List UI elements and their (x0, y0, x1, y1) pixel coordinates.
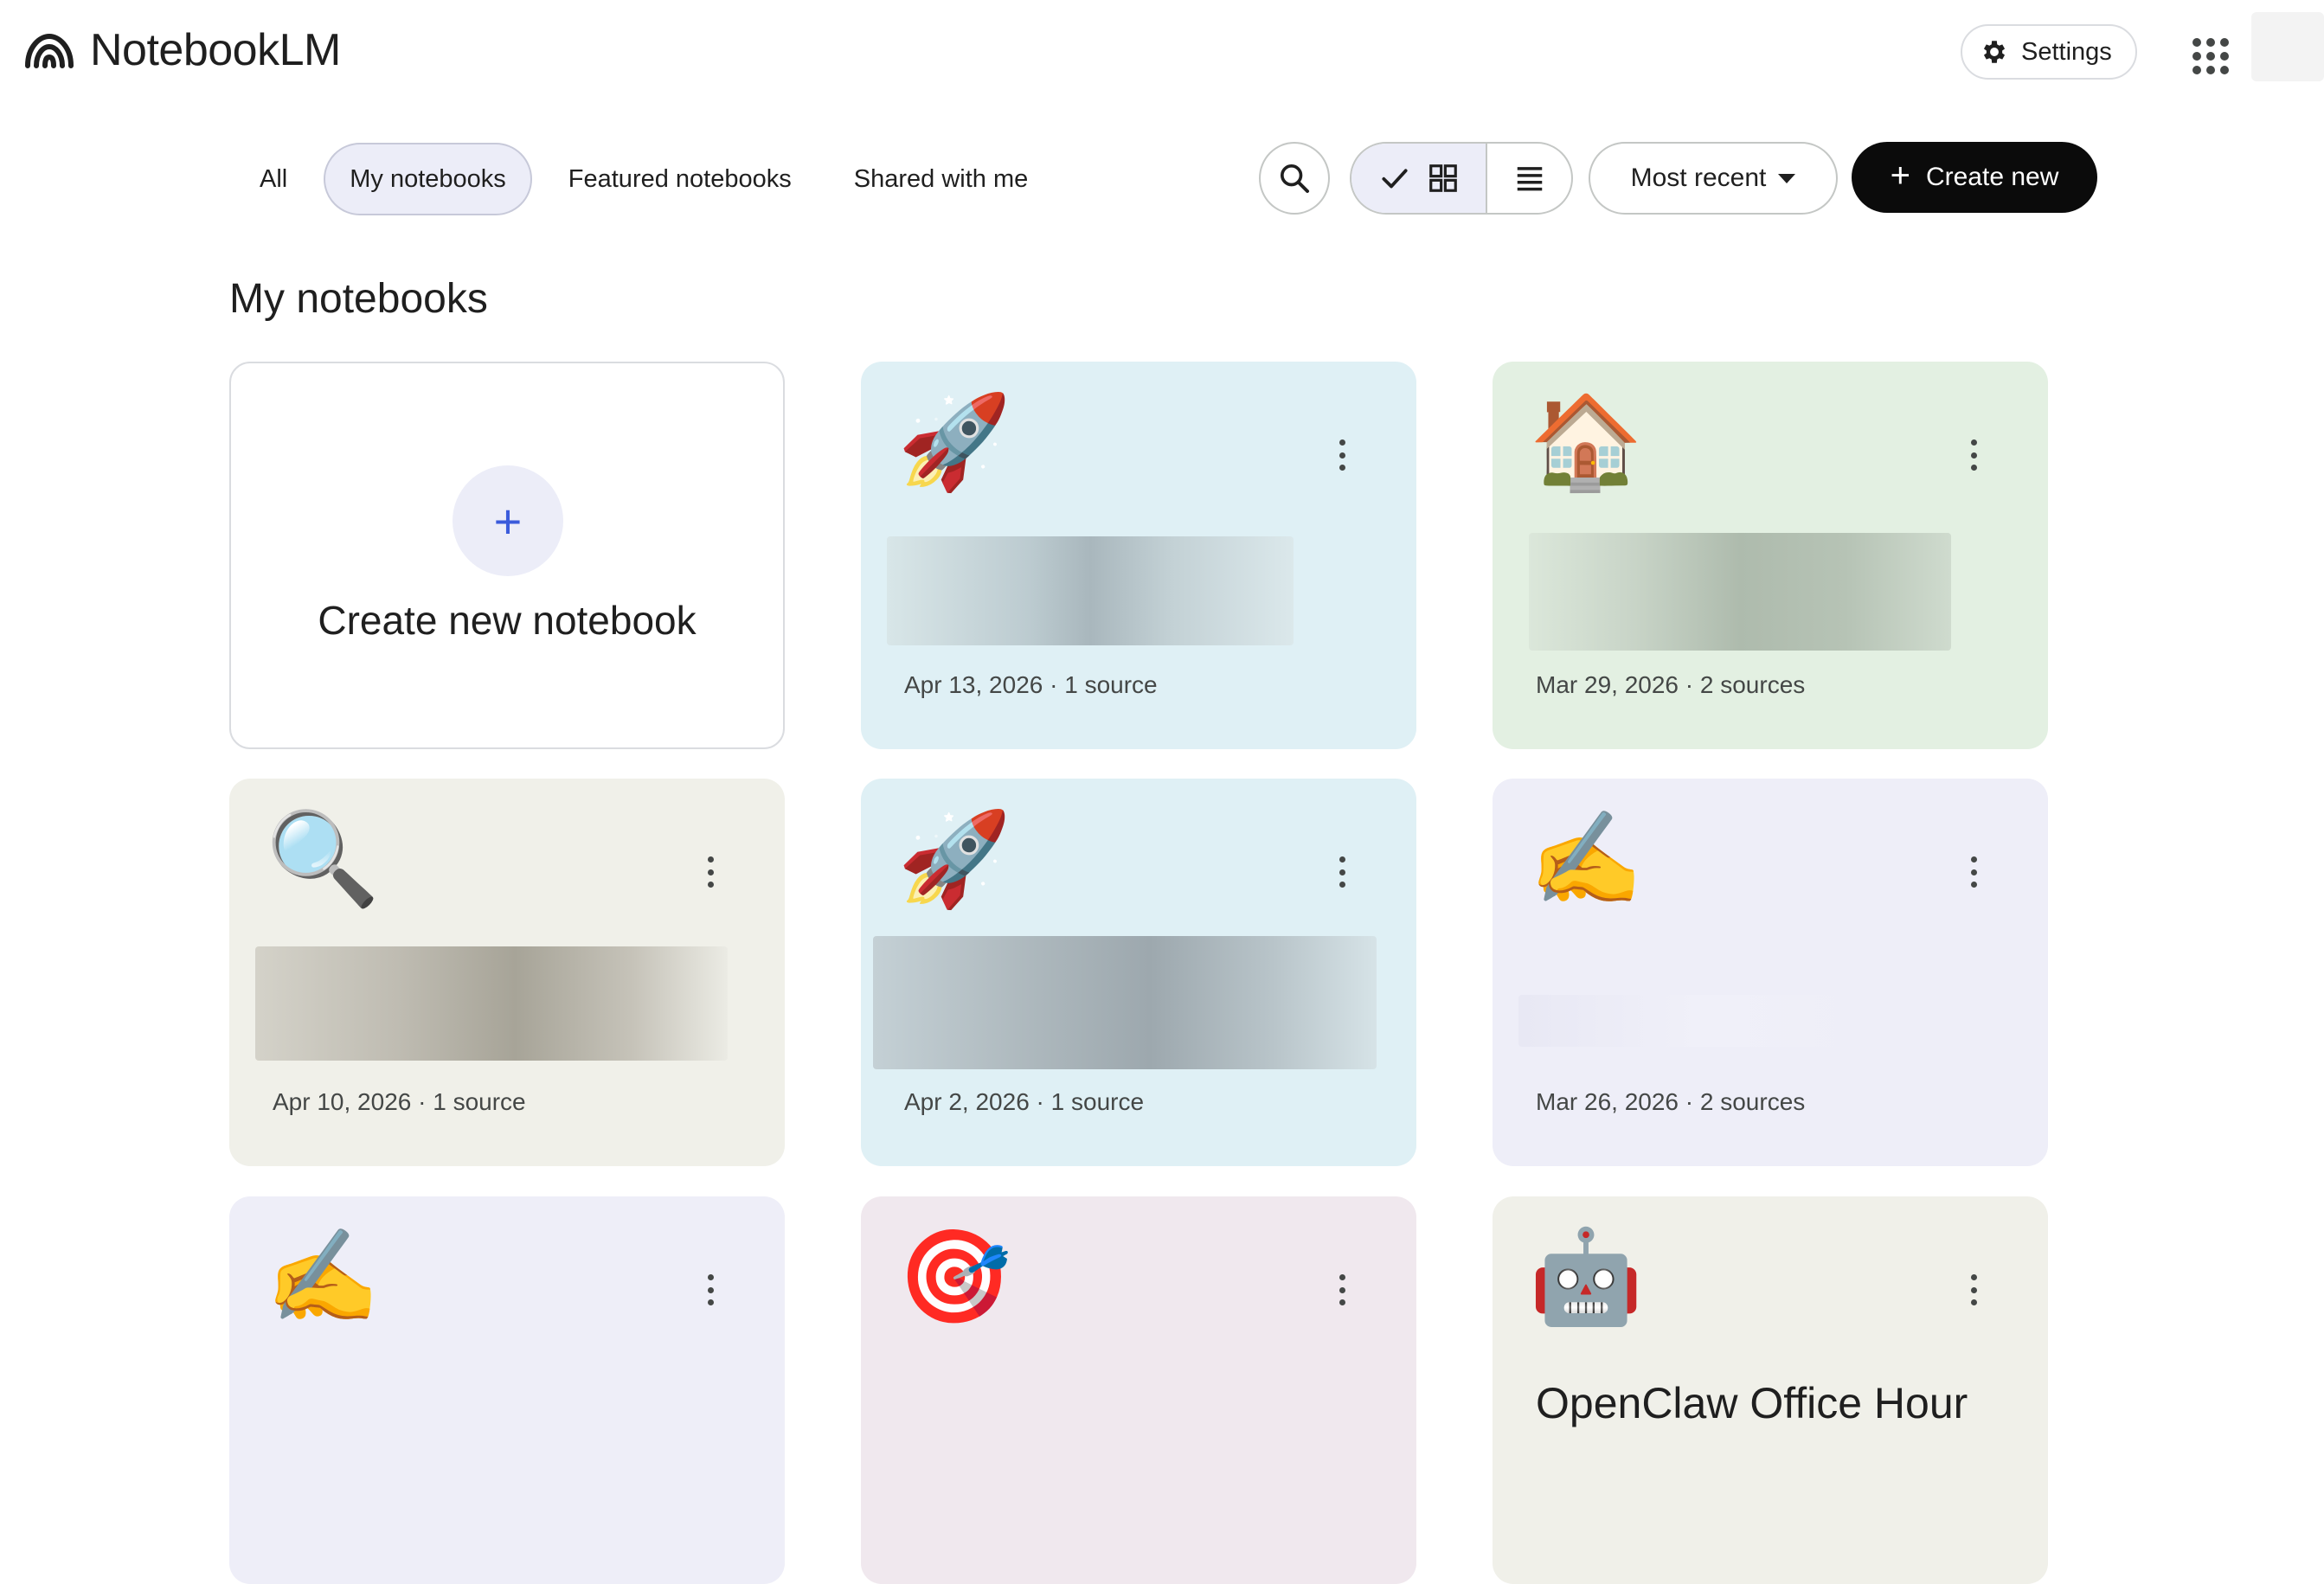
more-options-icon[interactable] (705, 1274, 716, 1305)
notebook-meta: Apr 13, 2026 · 1 source (904, 671, 1158, 698)
notebook-title-redacted (873, 936, 1377, 1069)
more-options-icon[interactable] (1968, 1274, 1979, 1305)
grid-icon (1428, 164, 1457, 192)
notebook-card[interactable]: 🚀 Apr 13, 2026 · 1 source (861, 362, 1416, 749)
house-icon: 🏠 (1529, 391, 1643, 493)
settings-label: Settings (2021, 37, 2112, 66)
notebook-title-redacted (1529, 533, 1951, 651)
plus-icon: + (453, 465, 563, 576)
list-icon (1517, 167, 1542, 191)
magnifying-glass-icon: 🔍 (266, 808, 380, 910)
app-logo[interactable]: NotebookLM (24, 24, 341, 76)
notebook-meta: Mar 29, 2026 · 2 sources (1536, 671, 1806, 698)
sort-dropdown[interactable]: Most recent (1589, 142, 1838, 215)
notebook-card[interactable]: 🔍 Apr 10, 2026 · 1 source (229, 779, 785, 1166)
more-options-icon[interactable] (705, 856, 716, 888)
writing-hand-icon: ✍️ (1529, 808, 1643, 910)
target-icon: 🎯 (897, 1226, 1011, 1328)
notebook-title-redacted (1518, 995, 1882, 1047)
grid-view-button[interactable] (1351, 144, 1488, 213)
create-new-label: Create new (1925, 163, 2059, 191)
search-button[interactable] (1259, 142, 1330, 215)
avatar[interactable] (2251, 12, 2324, 81)
robot-icon: 🤖 (1529, 1226, 1643, 1328)
tab-all[interactable]: All (234, 143, 313, 215)
tab-my-notebooks[interactable]: My notebooks (324, 143, 532, 215)
notebook-card[interactable]: ✍️ Mar 26, 2026 · 2 sources (1493, 779, 2048, 1166)
notebook-card[interactable]: 🏠 Mar 29, 2026 · 2 sources (1493, 362, 2048, 749)
rocket-icon: 🚀 (897, 391, 1011, 493)
more-options-icon[interactable] (1337, 856, 1347, 888)
plus-icon: + (1890, 157, 1910, 195)
tab-featured-notebooks[interactable]: Featured notebooks (542, 143, 818, 215)
section-title: My notebooks (229, 276, 488, 322)
more-options-icon[interactable] (1968, 439, 1979, 471)
list-view-button[interactable] (1487, 144, 1571, 213)
notebook-meta: Apr 2, 2026 · 1 source (904, 1088, 1145, 1115)
notebook-title-redacted (255, 946, 728, 1061)
create-notebook-card[interactable]: + Create new notebook (229, 362, 785, 749)
create-new-button[interactable]: + Create new (1852, 142, 2097, 213)
view-toggle (1350, 142, 1573, 215)
more-options-icon[interactable] (1968, 856, 1979, 888)
search-icon (1281, 164, 1309, 193)
caret-down-icon (1778, 173, 1796, 183)
sort-label: Most recent (1630, 164, 1767, 192)
settings-button[interactable]: Settings (1961, 24, 2137, 80)
filter-tabs: All My notebooks Featured notebooks Shar… (234, 142, 1064, 216)
more-options-icon[interactable] (1337, 439, 1347, 471)
notebook-card[interactable]: 🎯 (861, 1196, 1416, 1584)
apps-grid-icon[interactable] (2187, 33, 2229, 74)
rocket-icon: 🚀 (897, 808, 1011, 910)
create-notebook-label: Create new notebook (318, 598, 697, 643)
notebooklm-logo-icon (25, 33, 74, 68)
notebook-card[interactable]: 🚀 Apr 2, 2026 · 1 source (861, 779, 1416, 1166)
more-options-icon[interactable] (1337, 1274, 1347, 1305)
notebook-card[interactable]: 🤖 OpenClaw Office Hour (1493, 1196, 2048, 1584)
notebook-card[interactable]: ✍️ (229, 1196, 785, 1584)
top-bar: NotebookLM Settings (0, 0, 2324, 104)
notebook-title: OpenClaw Office Hour (1536, 1379, 1968, 1427)
app-title: NotebookLM (90, 25, 341, 75)
check-icon (1381, 169, 1408, 189)
gear-icon (1983, 41, 2006, 63)
tab-shared-with-me[interactable]: Shared with me (828, 143, 1055, 215)
notebook-meta: Apr 10, 2026 · 1 source (273, 1088, 526, 1115)
notebook-meta: Mar 26, 2026 · 2 sources (1536, 1088, 1806, 1115)
writing-hand-icon: ✍️ (266, 1226, 380, 1328)
notebook-title-redacted (887, 536, 1294, 645)
